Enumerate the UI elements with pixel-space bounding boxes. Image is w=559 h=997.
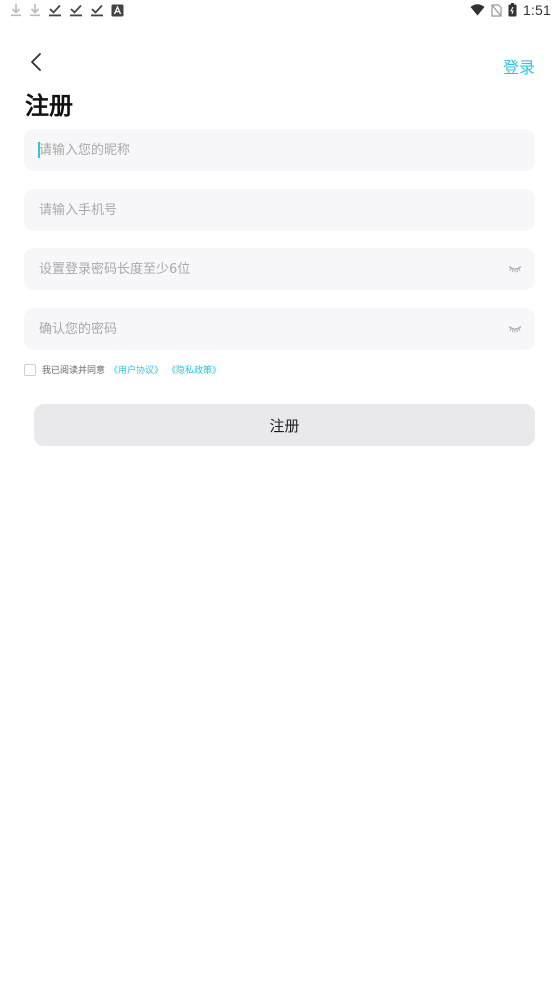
user-agreement-link[interactable]: 《用户协议》 bbox=[109, 363, 163, 376]
wifi-icon bbox=[470, 4, 485, 16]
download-icon bbox=[10, 3, 22, 17]
confirm-password-input[interactable] bbox=[24, 308, 535, 350]
nickname-field[interactable] bbox=[24, 129, 535, 171]
battery-icon bbox=[508, 3, 517, 17]
status-time: 1:51 bbox=[522, 2, 551, 18]
text-cursor bbox=[38, 142, 40, 158]
agreement-row: 我已阅读并同意 《用户协议》 《隐私政策》 bbox=[24, 363, 221, 376]
chevron-left-icon bbox=[29, 52, 43, 76]
phone-input[interactable] bbox=[24, 189, 535, 231]
agreement-checkbox[interactable] bbox=[24, 363, 36, 376]
status-bar: 1:51 bbox=[0, 0, 559, 24]
privacy-policy-link[interactable]: 《隐私政策》 bbox=[167, 363, 221, 376]
phone-field[interactable] bbox=[24, 189, 535, 231]
login-link[interactable]: 登录 bbox=[503, 54, 535, 78]
page-title: 注册 bbox=[25, 92, 73, 120]
password-field[interactable] bbox=[24, 248, 535, 290]
confirm-password-field[interactable] bbox=[24, 308, 535, 350]
no-sim-icon bbox=[491, 3, 502, 17]
back-button[interactable] bbox=[22, 50, 50, 78]
check-icon bbox=[90, 3, 104, 17]
system-icons: 1:51 bbox=[470, 2, 551, 18]
eye-closed-icon[interactable] bbox=[507, 262, 523, 276]
password-input[interactable] bbox=[24, 248, 535, 290]
notification-icons bbox=[10, 3, 124, 17]
agreement-prefix: 我已阅读并同意 bbox=[42, 366, 106, 376]
check-icon bbox=[69, 3, 83, 17]
register-button[interactable]: 注册 bbox=[34, 404, 535, 446]
eye-closed-icon[interactable] bbox=[507, 322, 523, 336]
download-icon bbox=[29, 3, 41, 17]
nickname-input[interactable] bbox=[24, 129, 535, 171]
a-box-icon bbox=[111, 4, 124, 17]
check-icon bbox=[48, 3, 62, 17]
